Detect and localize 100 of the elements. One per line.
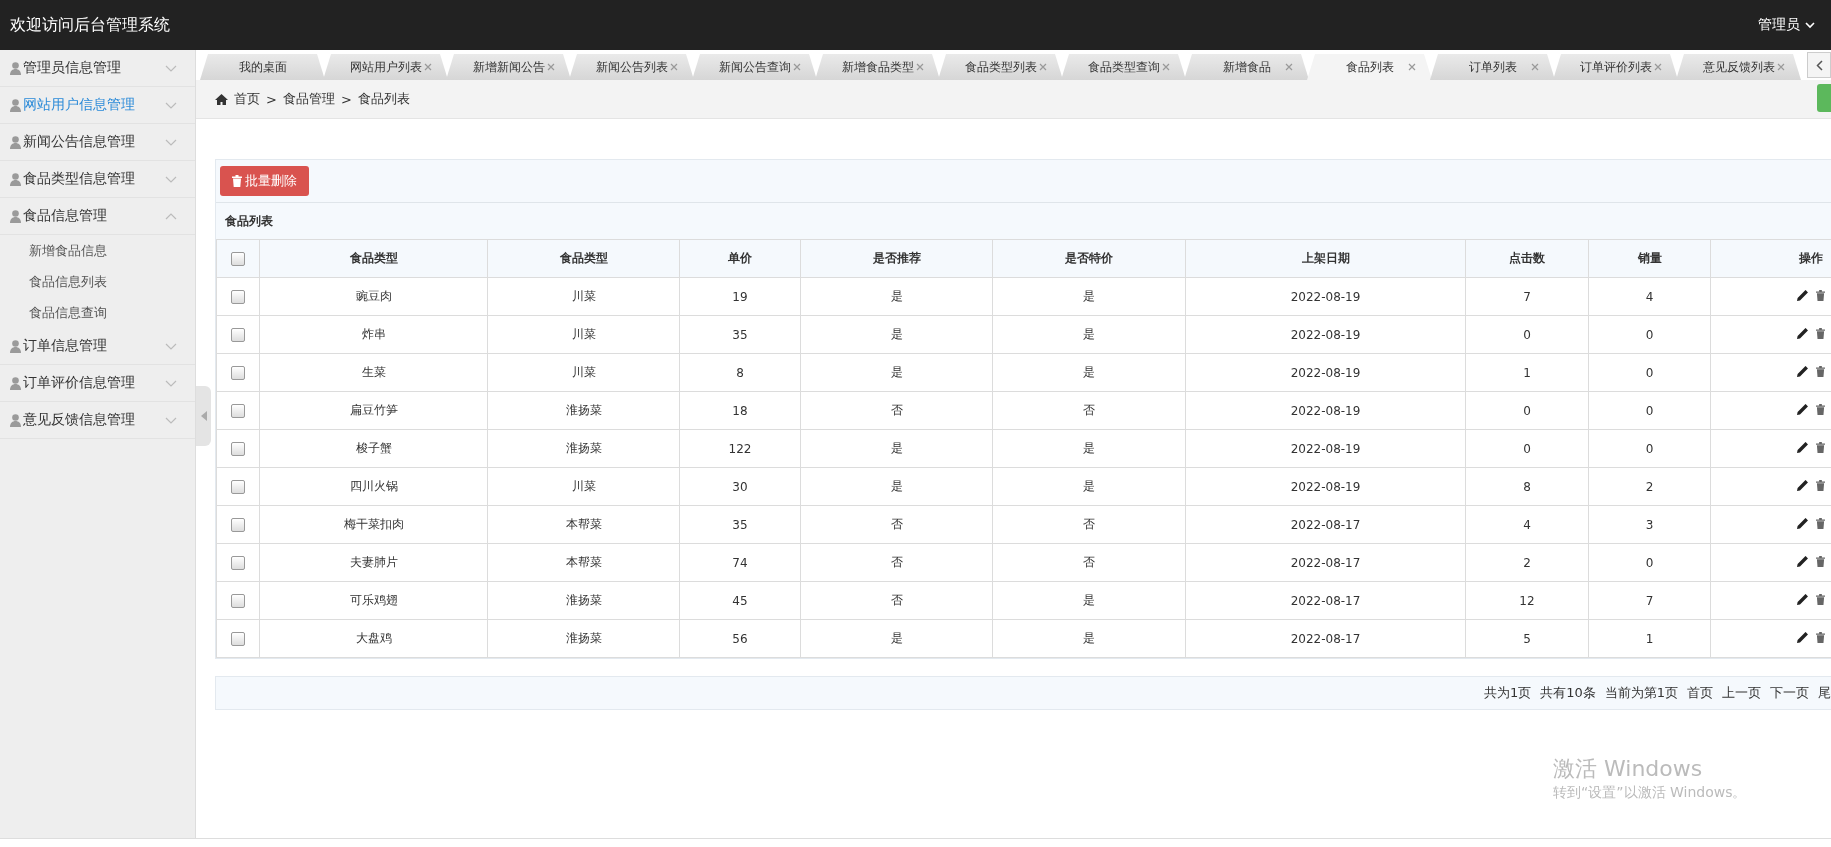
- chevron-left-icon: [1815, 59, 1823, 71]
- row-checkbox[interactable]: [231, 441, 245, 456]
- trash-icon[interactable]: [1815, 403, 1825, 415]
- trash-icon[interactable]: [1815, 327, 1825, 339]
- table-cell: 川菜: [487, 353, 680, 392]
- table-cell: 7: [1465, 277, 1589, 316]
- pagination-link[interactable]: 尾: [1818, 684, 1831, 702]
- trash-icon[interactable]: [1815, 289, 1825, 301]
- pencil-icon[interactable]: [1796, 289, 1808, 301]
- pagination-link[interactable]: 上一页: [1722, 684, 1761, 702]
- tab[interactable]: 订单列表: [1430, 54, 1555, 80]
- tab[interactable]: 新增食品类型: [815, 54, 940, 80]
- sidebar-item[interactable]: 订单信息管理: [0, 328, 195, 365]
- pencil-icon[interactable]: [1796, 593, 1808, 605]
- trash-icon[interactable]: [1815, 555, 1825, 567]
- sidebar-item[interactable]: 食品类型信息管理: [0, 161, 195, 198]
- pencil-icon[interactable]: [1796, 479, 1808, 491]
- user-icon: [10, 209, 21, 223]
- sidebar-subitem[interactable]: 食品信息查询: [0, 297, 195, 328]
- pencil-icon[interactable]: [1796, 441, 1808, 453]
- close-icon[interactable]: [547, 63, 555, 71]
- table-cell: 0: [1588, 429, 1711, 468]
- trash-icon[interactable]: [1815, 631, 1825, 643]
- trash-icon[interactable]: [1815, 479, 1825, 491]
- close-icon[interactable]: [1654, 63, 1662, 71]
- pencil-icon[interactable]: [1796, 517, 1808, 529]
- user-icon: [10, 413, 21, 427]
- table-cell: 是: [992, 467, 1186, 506]
- sidebar-item[interactable]: 意见反馈信息管理: [0, 402, 195, 439]
- breadcrumb-link[interactable]: 首页: [234, 90, 260, 108]
- user-icon: [10, 61, 21, 75]
- table-cell: 0: [1588, 353, 1711, 392]
- select-all-checkbox[interactable]: [231, 251, 245, 266]
- row-checkbox[interactable]: [231, 327, 245, 342]
- pencil-icon[interactable]: [1796, 403, 1808, 415]
- tab[interactable]: 我的桌面: [200, 54, 325, 80]
- sidebar-subitem[interactable]: 食品信息列表: [0, 266, 195, 297]
- close-icon[interactable]: [1408, 63, 1416, 71]
- table-cell: 大盘鸡: [259, 619, 488, 658]
- close-icon[interactable]: [1285, 63, 1293, 71]
- sidebar-item[interactable]: 新闻公告信息管理: [0, 124, 195, 161]
- sidebar-item[interactable]: 订单评价信息管理: [0, 365, 195, 402]
- row-checkbox[interactable]: [231, 403, 245, 418]
- table-cell: 可乐鸡翅: [259, 581, 488, 620]
- tab[interactable]: 新闻公告列表: [569, 54, 694, 80]
- close-icon[interactable]: [424, 63, 432, 71]
- sidebar-item[interactable]: 食品信息管理: [0, 198, 195, 235]
- row-checkbox[interactable]: [231, 593, 245, 608]
- tab[interactable]: 食品类型查询: [1061, 54, 1186, 80]
- row-checkbox[interactable]: [231, 555, 245, 570]
- pencil-icon[interactable]: [1796, 631, 1808, 643]
- chevron-down-icon: [165, 416, 177, 424]
- pencil-icon[interactable]: [1796, 555, 1808, 567]
- table-cell: 35: [679, 505, 801, 544]
- trash-icon: [232, 175, 242, 187]
- breadcrumb-link[interactable]: 食品管理: [282, 90, 335, 108]
- table-cell: 生菜: [259, 353, 488, 392]
- close-icon[interactable]: [1531, 63, 1539, 71]
- row-checkbox[interactable]: [231, 631, 245, 646]
- close-icon[interactable]: [1777, 63, 1785, 71]
- tab[interactable]: 食品类型列表: [938, 54, 1063, 80]
- row-checkbox[interactable]: [231, 365, 245, 380]
- trash-icon[interactable]: [1815, 441, 1825, 453]
- pencil-icon[interactable]: [1796, 365, 1808, 377]
- pencil-icon[interactable]: [1796, 327, 1808, 339]
- pagination-link[interactable]: 下一页: [1770, 684, 1809, 702]
- sidebar-subitem[interactable]: 新增食品信息: [0, 235, 195, 266]
- pagination-link[interactable]: 首页: [1687, 684, 1713, 702]
- row-checkbox[interactable]: [231, 289, 245, 304]
- table-cell: 2: [1588, 467, 1711, 506]
- tab[interactable]: 新闻公告查询: [692, 54, 817, 80]
- trash-icon[interactable]: [1815, 517, 1825, 529]
- tab[interactable]: 订单评价列表: [1553, 54, 1678, 80]
- sidebar-collapse-handle[interactable]: [196, 386, 211, 446]
- breadcrumb-link[interactable]: 食品列表: [357, 90, 410, 108]
- trash-icon[interactable]: [1815, 593, 1825, 605]
- table-cell: 否: [800, 391, 993, 430]
- batch-delete-button[interactable]: 批量删除: [220, 166, 309, 196]
- trash-icon[interactable]: [1815, 365, 1825, 377]
- table-cell: 梅干菜扣肉: [259, 505, 488, 544]
- tab-scroll-button[interactable]: [1807, 52, 1831, 78]
- close-icon[interactable]: [916, 63, 924, 71]
- tab[interactable]: 新增新闻公告: [446, 54, 571, 80]
- close-icon[interactable]: [1162, 63, 1170, 71]
- close-icon[interactable]: [670, 63, 678, 71]
- close-icon[interactable]: [793, 63, 801, 71]
- close-icon[interactable]: [1039, 63, 1047, 71]
- tab[interactable]: 新增食品: [1184, 54, 1309, 80]
- user-icon: [10, 376, 21, 390]
- user-menu[interactable]: 管理员: [1758, 16, 1831, 34]
- home-icon: [215, 93, 228, 105]
- table-cell: 4: [1588, 277, 1711, 316]
- user-icon: [10, 135, 21, 149]
- sidebar-item[interactable]: 管理员信息管理: [0, 50, 195, 87]
- tab[interactable]: 网站用户列表: [323, 54, 448, 80]
- tab[interactable]: 食品列表: [1307, 54, 1432, 80]
- breadcrumb-separator: >: [266, 91, 277, 107]
- row-checkbox[interactable]: [231, 517, 245, 532]
- tab[interactable]: 意见反馈列表: [1676, 54, 1801, 80]
- row-checkbox[interactable]: [231, 479, 245, 494]
